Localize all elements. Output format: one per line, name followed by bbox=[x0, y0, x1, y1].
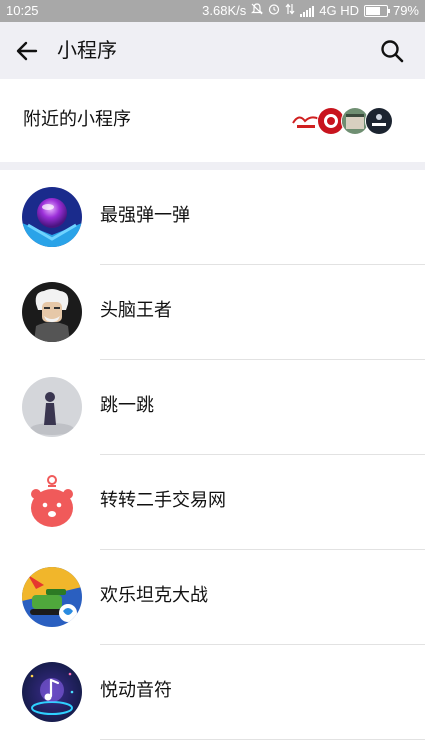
section-divider bbox=[0, 162, 425, 170]
list-item[interactable]: 跳一跳 bbox=[0, 360, 425, 455]
app-header: 小程序 bbox=[0, 22, 425, 79]
arrow-left-icon[interactable] bbox=[14, 38, 40, 64]
data-transfer-icon bbox=[285, 3, 295, 18]
list-item[interactable]: 转转二手交易网 bbox=[0, 455, 425, 550]
network-speed: 3.68K/s bbox=[202, 3, 247, 18]
nearby-icon-stack bbox=[291, 107, 393, 135]
list-item[interactable]: 最强弹一弹 bbox=[0, 170, 425, 265]
status-bar: 10:25 3.68K/s 4G HD 79% bbox=[0, 0, 425, 22]
app-name: 转转二手交易网 bbox=[100, 490, 226, 511]
list-item[interactable]: 悦动音符 bbox=[0, 645, 425, 740]
nearby-logo-4 bbox=[365, 107, 393, 135]
page-title: 小程序 bbox=[57, 38, 117, 62]
app-name: 欢乐坦克大战 bbox=[100, 585, 208, 606]
app-name: 悦动音符 bbox=[100, 680, 172, 701]
status-indicators: 3.68K/s 4G HD 79% bbox=[202, 3, 419, 18]
network-type: 4G HD bbox=[319, 3, 359, 18]
app-icon-zhuanzhuan bbox=[22, 472, 82, 532]
signal-icon bbox=[300, 5, 315, 17]
bell-muted-icon bbox=[251, 3, 264, 18]
list-item[interactable]: 头脑王者 bbox=[0, 265, 425, 360]
status-time: 10:25 bbox=[6, 3, 39, 18]
battery-icon bbox=[363, 4, 390, 17]
list-item[interactable]: 欢乐坦克大战 bbox=[0, 550, 425, 645]
app-icon-huanletanke bbox=[22, 567, 82, 627]
app-icon-toutaowangzhe bbox=[22, 282, 82, 342]
mini-program-list: 最强弹一弹 头脑王者 跳一跳 转转二手交易网 欢乐坦克大战 悦动音符 bbox=[0, 170, 425, 740]
alarm-icon bbox=[268, 3, 280, 18]
row-divider bbox=[100, 739, 425, 740]
app-name: 最强弹一弹 bbox=[100, 205, 190, 226]
app-name: 跳一跳 bbox=[100, 395, 154, 416]
search-icon[interactable] bbox=[379, 38, 405, 64]
nearby-label: 附近的小程序 bbox=[23, 109, 131, 130]
battery-percent: 79% bbox=[392, 3, 419, 18]
app-icon-yuedongyinfu bbox=[22, 662, 82, 722]
app-icon-tiaoyitiao bbox=[22, 377, 82, 437]
app-icon-zuiqiang bbox=[22, 187, 82, 247]
app-name: 头脑王者 bbox=[100, 300, 172, 321]
nearby-mini-programs-row[interactable]: 附近的小程序 bbox=[0, 79, 425, 162]
